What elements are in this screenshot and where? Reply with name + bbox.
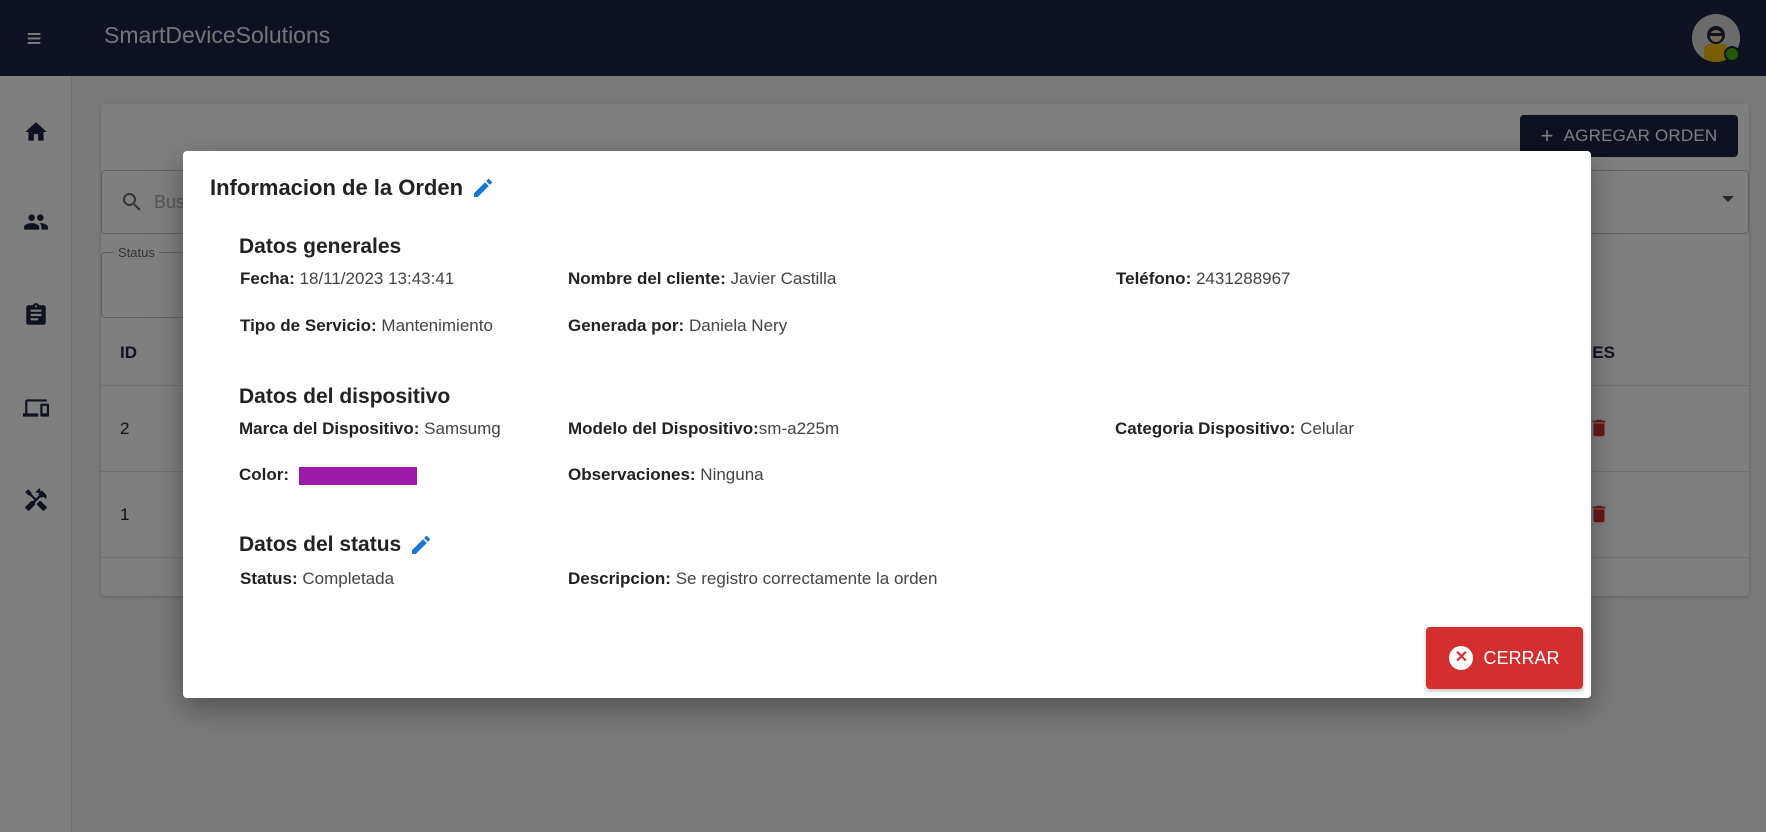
field-descripcion: Descripcion: Se registro correctamente l… xyxy=(568,569,938,588)
edit-status-icon[interactable] xyxy=(409,533,433,557)
dialog-title: Informacion de la Orden xyxy=(210,175,495,201)
field-tipo-servicio: Tipo de Servicio: Mantenimiento xyxy=(240,316,493,335)
color-swatch xyxy=(299,466,418,485)
close-button[interactable]: ✕ CERRAR xyxy=(1426,627,1583,689)
dialog-title-text: Informacion de la Orden xyxy=(210,175,464,200)
edit-order-icon[interactable] xyxy=(471,176,495,200)
field-fecha: Fecha: 18/11/2023 13:43:41 xyxy=(240,269,455,288)
field-marca: Marca del Dispositivo: Samsumg xyxy=(239,419,501,438)
field-color: Color: xyxy=(239,465,418,485)
field-observaciones: Observaciones: Ninguna xyxy=(568,465,764,484)
field-categoria: Categoria Dispositivo: Celular xyxy=(1115,419,1355,438)
section-title-general: Datos generales xyxy=(239,235,402,258)
section-title-status: Datos del status xyxy=(239,533,433,557)
field-telefono: Teléfono: 2431288967 xyxy=(1116,269,1291,288)
field-status: Status: Completada xyxy=(240,569,395,588)
field-cliente: Nombre del cliente: Javier Castilla xyxy=(568,269,837,288)
section-title-device: Datos del dispositivo xyxy=(239,385,451,408)
field-generada-por: Generada por: Daniela Nery xyxy=(568,316,788,335)
field-modelo: Modelo del Dispositivo:sm-a225m xyxy=(568,419,840,438)
section-title-status-text: Datos del status xyxy=(239,533,402,556)
close-label: CERRAR xyxy=(1483,647,1560,668)
order-info-dialog: Informacion de la Orden Datos generales … xyxy=(183,151,1591,698)
close-icon: ✕ xyxy=(1449,646,1474,670)
